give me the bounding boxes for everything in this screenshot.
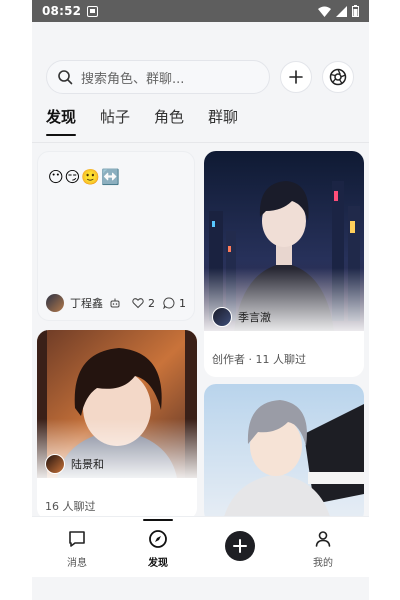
search-input[interactable]: 搜索角色、群聊...: [81, 68, 184, 87]
post-card[interactable]: 😶😏🙂↔️ 丁程鑫 2 1: [37, 151, 195, 321]
search-bar[interactable]: 搜索角色、群聊...: [46, 60, 270, 94]
aperture-icon: [329, 68, 347, 86]
add-button[interactable]: [280, 61, 312, 93]
character-name-chip: 季言澈: [212, 307, 271, 327]
post-author: 丁程鑫: [70, 297, 103, 310]
like-count: 2: [148, 296, 155, 310]
comment-icon[interactable]: [163, 297, 175, 309]
wifi-icon: [318, 6, 331, 17]
person-icon: [315, 531, 331, 547]
notification-icon: [87, 5, 99, 17]
heart-icon[interactable]: [132, 297, 144, 309]
character-portrait: [204, 151, 364, 331]
chat-icon: [69, 531, 85, 547]
bottom-navigation: 消息 发现 我的: [32, 516, 369, 577]
camera-button[interactable]: [322, 61, 354, 93]
plus-icon: [233, 539, 247, 553]
nav-label: 发现: [148, 558, 168, 569]
character-portrait: [204, 384, 364, 524]
nav-label: 消息: [67, 558, 87, 569]
nav-messages[interactable]: 消息: [52, 529, 102, 569]
tabs-divider: [32, 142, 369, 143]
robot-icon: [110, 298, 120, 308]
category-tabs: 发现 帖子 角色 群聊: [46, 106, 262, 136]
battery-icon: [352, 5, 359, 17]
character-card[interactable]: 季言澈 创作者 · 11 人聊过: [204, 151, 364, 377]
nav-discover[interactable]: 发现: [133, 529, 183, 569]
nav-label: 我的: [313, 558, 333, 569]
character-name-chip: 陆景和: [45, 454, 104, 474]
avatar: [212, 307, 232, 327]
avatar: [46, 294, 64, 312]
tab-posts[interactable]: 帖子: [100, 106, 130, 136]
comment-count: 1: [179, 296, 186, 310]
character-name: 陆景和: [71, 458, 104, 471]
signal-icon: [336, 5, 347, 17]
status-bar: 08:52: [32, 0, 369, 22]
app-screen: 08:52 搜索角色、群聊... 发现 帖子 角色 群聊 😶😏🙂↔️ 丁程鑫 2…: [32, 0, 369, 600]
search-icon: [58, 70, 73, 85]
nav-active-indicator: [143, 519, 173, 521]
search-row: 搜索角色、群聊...: [46, 60, 362, 94]
character-card[interactable]: 陆景和 16 人聊过: [37, 330, 197, 520]
status-time: 08:52: [42, 4, 82, 18]
character-meta: 创作者 · 11 人聊过: [212, 353, 306, 366]
tab-characters[interactable]: 角色: [154, 106, 184, 136]
avatar: [45, 454, 65, 474]
character-card[interactable]: [204, 384, 364, 524]
plus-icon: [289, 70, 303, 84]
character-name: 季言澈: [238, 311, 271, 324]
nav-profile[interactable]: 我的: [298, 529, 348, 569]
tab-discover[interactable]: 发现: [46, 106, 77, 136]
character-meta: 16 人聊过: [45, 500, 96, 513]
compass-icon: [149, 530, 167, 548]
post-footer: 丁程鑫 2 1: [46, 292, 186, 314]
tab-groups[interactable]: 群聊: [208, 106, 238, 136]
create-button[interactable]: [225, 531, 255, 561]
post-content: 😶😏🙂↔️: [48, 168, 121, 186]
